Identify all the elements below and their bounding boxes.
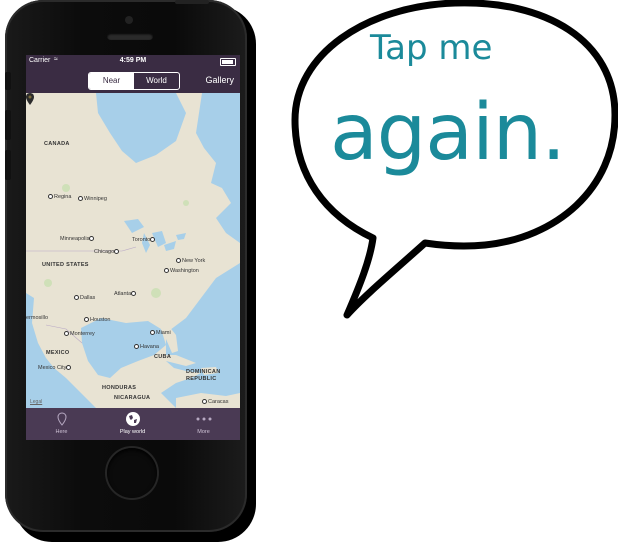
- label-honduras: HONDURAS: [102, 385, 137, 391]
- power-button: [175, 0, 209, 4]
- label-caracas: Caracas: [202, 399, 228, 405]
- label-minneapolis: Minneapolis: [60, 236, 95, 242]
- phone-screen: Carrier ≈ 4:59 PM Near World Gallery CAN…: [26, 55, 240, 440]
- nav-bar: Near World Gallery: [26, 68, 240, 93]
- gallery-button[interactable]: Gallery: [205, 75, 234, 85]
- bubble-line-2: again.: [330, 88, 566, 178]
- label-monterrey: Monterrey: [64, 331, 95, 337]
- globe-icon: [97, 411, 168, 427]
- tab-bar: Here Play world More: [26, 408, 240, 440]
- label-winnipeg: Winnipeg: [78, 196, 107, 202]
- tab-play-world[interactable]: Play world: [97, 408, 168, 440]
- home-button[interactable]: [107, 448, 157, 498]
- pin-outline-icon: [26, 411, 97, 427]
- label-dominican: DOMINICAN: [186, 369, 221, 375]
- label-atlanta: Atlanta: [114, 291, 137, 297]
- tab-here[interactable]: Here: [26, 408, 97, 440]
- label-republic: REPUBLIC: [186, 376, 217, 382]
- label-canada: CANADA: [44, 141, 70, 147]
- earpiece-speaker: [107, 33, 153, 40]
- label-nicaragua: NICARAGUA: [114, 395, 151, 401]
- bubble-line-1: Tap me: [370, 28, 493, 68]
- segment-world[interactable]: World: [134, 73, 179, 89]
- location-pin-icon[interactable]: [26, 93, 34, 105]
- label-chicago: Chicago: [94, 249, 120, 255]
- tab-more-label: More: [197, 429, 210, 435]
- label-havana: Havana: [134, 344, 159, 350]
- near-world-segmented-control: Near World: [88, 72, 180, 90]
- label-houston: Houston: [84, 317, 111, 323]
- label-mexico-city: Mexico City: [38, 365, 72, 371]
- legal-link[interactable]: Legal: [30, 399, 42, 405]
- battery-icon: [220, 58, 236, 66]
- tab-play-world-label: Play world: [119, 429, 146, 435]
- label-dallas: Dallas: [74, 295, 95, 301]
- mute-switch: [5, 72, 11, 90]
- volume-down-button: [5, 150, 11, 180]
- label-toronto: Toronto: [132, 237, 156, 243]
- status-bar: Carrier ≈ 4:59 PM: [26, 55, 240, 68]
- label-washington: Washington: [164, 268, 199, 274]
- clock: 4:59 PM: [119, 57, 147, 64]
- tab-more[interactable]: More: [168, 408, 239, 440]
- label-mexico: MEXICO: [46, 350, 70, 356]
- label-new-york: New York: [176, 258, 205, 264]
- label-hermosillo: ermosillo: [26, 315, 49, 321]
- segment-near[interactable]: Near: [89, 73, 134, 89]
- volume-up-button: [5, 110, 11, 140]
- more-dots-icon: [168, 411, 239, 427]
- label-regina: Regina: [48, 194, 71, 200]
- label-united-states: UNITED STATES: [42, 262, 89, 268]
- phone-frame: Carrier ≈ 4:59 PM Near World Gallery CAN…: [5, 0, 247, 532]
- front-camera: [125, 16, 133, 24]
- map-view[interactable]: CANADA Regina Winnipeg Minneapolis Toron…: [26, 93, 240, 408]
- label-miami: Miami: [150, 330, 171, 336]
- label-cuba: CUBA: [154, 354, 172, 360]
- tab-here-label: Here: [55, 429, 68, 435]
